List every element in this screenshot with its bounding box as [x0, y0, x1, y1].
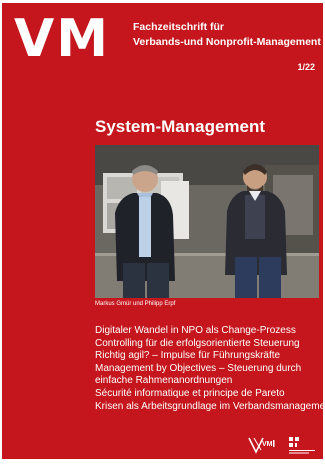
- university-logo-icon: [289, 437, 315, 454]
- toc-item: Richtig agil? – Impulse für Führungskräf…: [95, 350, 281, 362]
- subtitle-line-2: Verbands-und Nonprofit-Management: [133, 36, 321, 48]
- toc-item: einfache Rahmenanordnungen: [95, 375, 233, 387]
- toc-item: Krisen als Arbeitsgrundlage im Verbandsm…: [95, 400, 323, 412]
- toc-item: Sécurité informatique et principe de Par…: [95, 387, 285, 399]
- toc-item: Digitaler Wandel in NPO als Change-Proze…: [95, 325, 296, 336]
- toc-item: Controlling für die erfolgsorientierte S…: [95, 337, 300, 349]
- subtitle-line-1: Fachzeitschrift für: [133, 21, 225, 33]
- magazine-cover: VM Fachzeitschrift für Verbands-und Nonp…: [2, 3, 323, 459]
- svg-text:VM: VM: [262, 441, 273, 448]
- photo-caption: Markus Gmür und Philipp Erpf: [95, 301, 176, 307]
- section-title: System-Management: [95, 117, 266, 136]
- two-men-portrait-photo: [95, 145, 319, 298]
- table-of-contents: Digitaler Wandel in NPO als Change-Proze…: [95, 325, 323, 413]
- toc-item: Management by Objectives – Steuerung dur…: [95, 362, 302, 374]
- cover-photo: [95, 145, 319, 298]
- vm-logo: VM: [14, 9, 110, 69]
- vmi-logo-icon: VM: [248, 437, 275, 454]
- magazine-subtitle: Fachzeitschrift für Verbands-und Nonprof…: [133, 20, 321, 50]
- issue-number: 1/22: [297, 62, 315, 72]
